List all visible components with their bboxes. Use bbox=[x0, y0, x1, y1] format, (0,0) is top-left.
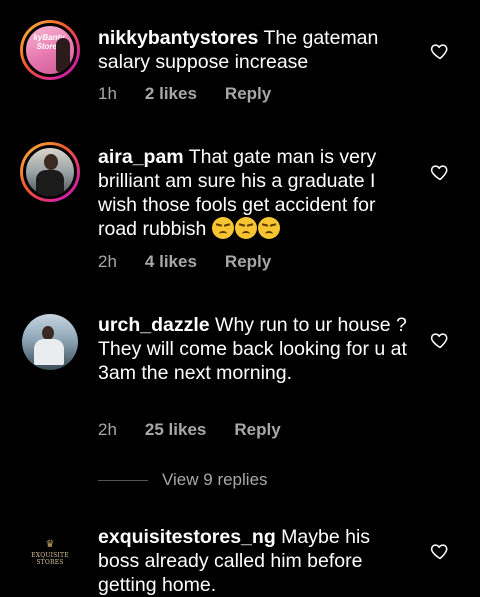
avatar[interactable]: kyBanty Stores bbox=[20, 20, 80, 80]
comment-meta: 1h 2 likes Reply bbox=[98, 84, 299, 104]
avatar-person-head bbox=[42, 326, 54, 340]
comment-username[interactable]: urch_dazzle bbox=[98, 314, 210, 336]
unamused-face-icon bbox=[234, 217, 257, 239]
comment-likes[interactable]: 2 likes bbox=[145, 84, 197, 104]
avatar-brand-text: EXQUISITE STORES bbox=[31, 552, 69, 566]
comment-text-block: urch_dazzle Why run to ur house ? They w… bbox=[98, 313, 410, 385]
comment-time: 1h bbox=[98, 84, 117, 103]
view-replies-button[interactable]: View 9 replies bbox=[98, 470, 268, 490]
comment-username[interactable]: exquisitestores_ng bbox=[98, 526, 276, 548]
comment-likes[interactable]: 25 likes bbox=[145, 420, 206, 440]
comment-text-block: exquisitestores_ng Maybe his boss alread… bbox=[98, 525, 410, 597]
avatar[interactable] bbox=[20, 142, 80, 202]
heart-outline-icon[interactable] bbox=[430, 162, 450, 182]
reply-button[interactable]: Reply bbox=[225, 84, 271, 104]
avatar-person bbox=[56, 38, 70, 72]
heart-outline-icon[interactable] bbox=[430, 541, 450, 561]
comment-meta: 2h 25 likes Reply bbox=[98, 420, 309, 440]
heart-outline-icon[interactable] bbox=[430, 41, 450, 61]
unamused-face-icon bbox=[211, 217, 234, 239]
comment-text-block: aira_pam That gate man is very brilliant… bbox=[98, 145, 410, 241]
comment-time: 2h bbox=[98, 420, 117, 439]
unamused-face-icon bbox=[257, 217, 280, 239]
comment-username[interactable]: nikkybantystores bbox=[98, 27, 258, 49]
comment-meta: 2h 4 likes Reply bbox=[98, 252, 299, 272]
crown-icon: ♛ bbox=[45, 539, 55, 550]
heart-outline-icon[interactable] bbox=[430, 330, 450, 350]
comment-username[interactable]: aira_pam bbox=[98, 146, 184, 168]
avatar-person-head bbox=[44, 154, 58, 170]
reply-button[interactable]: Reply bbox=[225, 252, 271, 272]
comment-text-block: nikkybantystores The gateman salary supp… bbox=[98, 26, 410, 74]
view-replies-label: View 9 replies bbox=[162, 470, 268, 489]
comment-time: 2h bbox=[98, 252, 117, 271]
reply-button[interactable]: Reply bbox=[234, 420, 280, 440]
avatar[interactable]: ♛ EXQUISITE STORES bbox=[22, 530, 78, 586]
avatar-person-body bbox=[36, 170, 64, 196]
comment-likes[interactable]: 4 likes bbox=[145, 252, 197, 272]
replies-divider-line bbox=[98, 479, 148, 481]
avatar[interactable] bbox=[22, 314, 78, 370]
avatar-person-body bbox=[34, 339, 64, 365]
